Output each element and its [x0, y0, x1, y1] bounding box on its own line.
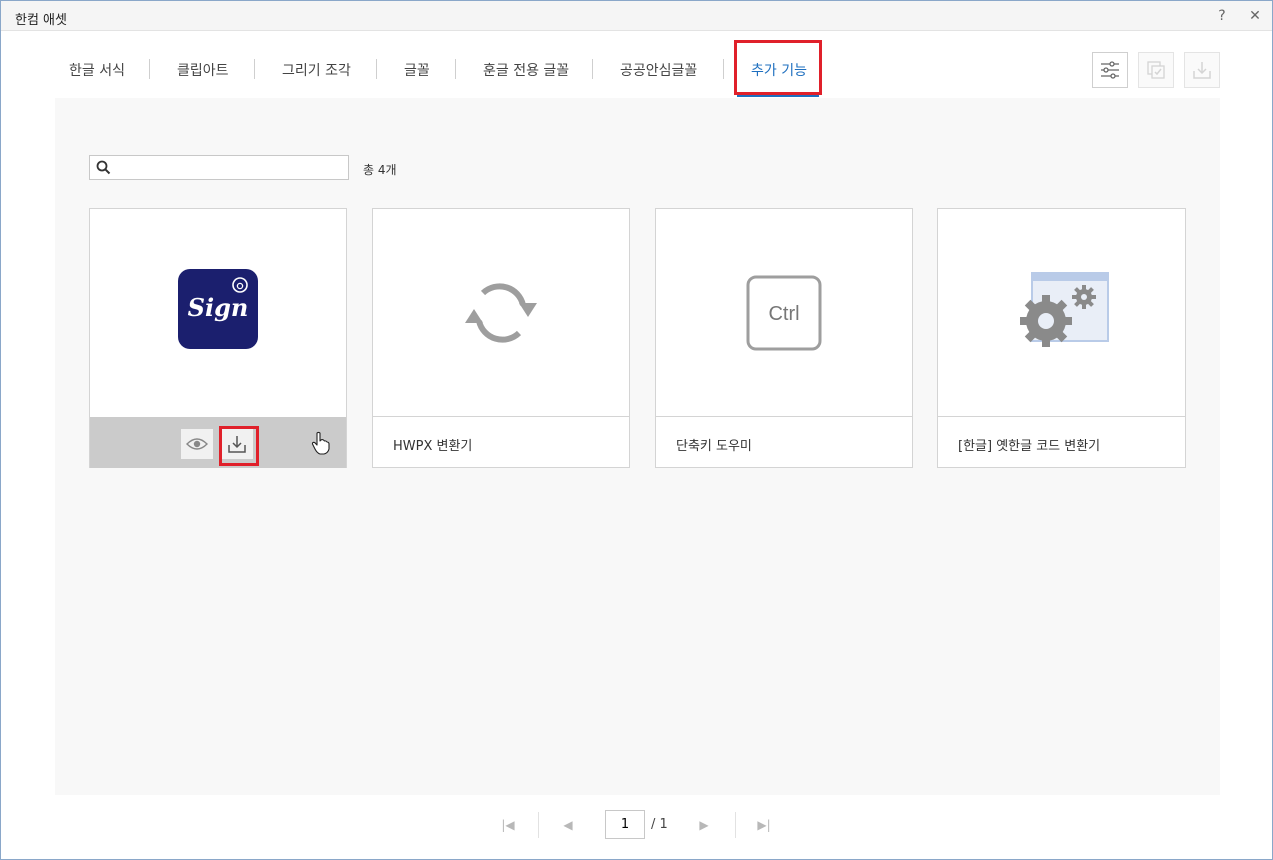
- help-button[interactable]: ?: [1212, 6, 1232, 26]
- tab-hangul-template[interactable]: 한글 서식: [69, 60, 125, 80]
- ctrl-key-text: Ctrl: [768, 303, 799, 325]
- card-label: [한글] 옛한글 코드 변환기: [958, 439, 1101, 454]
- asset-panel: 총 4개 Sign HWPX 변환기 Ctrl 단축키 도우미 [한글] 옛한글…: [55, 98, 1220, 795]
- card-label: HWPX 변환기: [393, 439, 473, 454]
- search-icon: [96, 160, 111, 175]
- asset-card-hwpx-converter[interactable]: HWPX 변환기: [372, 208, 630, 468]
- tab-divider: [254, 59, 255, 79]
- tab-hangul-only-fonts[interactable]: 훈글 전용 글꼴: [483, 60, 569, 80]
- highlight-box-download: [219, 426, 259, 466]
- page-number-input[interactable]: [605, 810, 645, 839]
- tab-divider: [455, 59, 456, 79]
- tab-public-safe-fonts[interactable]: 공공안심글꼴: [620, 60, 697, 80]
- select-all-button[interactable]: [1138, 52, 1174, 88]
- refresh-arrows-icon: [465, 282, 537, 343]
- pagination: |◀ ◀ / 1 ▶ ▶|: [9, 808, 1264, 842]
- ctrl-key-icon: Ctrl: [746, 275, 822, 350]
- download-icon: [1193, 62, 1211, 79]
- sliders-icon: [1101, 61, 1119, 79]
- asset-card-old-hangul-converter[interactable]: [한글] 옛한글 코드 변환기: [937, 208, 1186, 468]
- page-total: / 1: [651, 817, 668, 832]
- title-bar: 한컴 애셋 ? ✕: [1, 1, 1272, 31]
- card-thumbnail: Ctrl: [656, 209, 912, 417]
- search-box[interactable]: [89, 155, 349, 180]
- tab-divider: [149, 59, 150, 79]
- card-thumbnail: Sign: [90, 209, 346, 419]
- tab-drawing-pieces[interactable]: 그리기 조각: [282, 60, 351, 80]
- dialog-content: 한글 서식 클립아트 그리기 조각 글꼴 훈글 전용 글꼴 공공안심글꼴 추가 …: [9, 38, 1264, 853]
- card-label: 단축키 도우미: [676, 439, 752, 454]
- pager-divider: [735, 812, 736, 838]
- card-thumbnail: [938, 209, 1185, 417]
- prev-page-icon[interactable]: ◀: [559, 816, 577, 834]
- card-action-bar: [90, 417, 346, 468]
- asset-card-sign[interactable]: Sign: [89, 208, 347, 468]
- checked-copy-icon: [1147, 61, 1165, 79]
- eye-icon: [186, 438, 208, 450]
- filter-button[interactable]: [1092, 52, 1128, 88]
- hand-cursor-icon: [311, 431, 330, 455]
- pager-divider: [538, 812, 539, 838]
- tab-divider: [376, 59, 377, 79]
- card-thumbnail: [373, 209, 629, 417]
- tab-clipart[interactable]: 클립아트: [177, 60, 229, 80]
- hancom-asset-window: 한컴 애셋 ? ✕ 한글 서식 클립아트 그리기 조각 글꼴 훈글 전용 글꼴 …: [0, 0, 1273, 860]
- preview-button[interactable]: [181, 429, 213, 459]
- next-page-icon[interactable]: ▶: [695, 816, 713, 834]
- last-page-icon[interactable]: ▶|: [755, 816, 773, 834]
- tab-bar: 한글 서식 클립아트 그리기 조각 글꼴 훈글 전용 글꼴 공공안심글꼴 추가 …: [9, 38, 1264, 98]
- search-input[interactable]: [116, 158, 344, 177]
- sign-icon-text: Sign: [188, 293, 249, 322]
- close-button[interactable]: ✕: [1245, 6, 1265, 26]
- window-title: 한컴 애셋: [15, 13, 67, 28]
- tab-fonts[interactable]: 글꼴: [404, 60, 430, 80]
- result-count: 총 4개: [363, 163, 397, 177]
- highlight-box-tab: [734, 40, 822, 95]
- sign-app-icon: Sign: [178, 269, 258, 349]
- download-selected-button[interactable]: [1184, 52, 1220, 88]
- tab-divider: [592, 59, 593, 79]
- tab-divider: [723, 59, 724, 79]
- asset-card-shortcut-helper[interactable]: Ctrl 단축키 도우미: [655, 208, 913, 468]
- first-page-icon[interactable]: |◀: [499, 816, 517, 834]
- gear-window-icon: [1019, 271, 1109, 347]
